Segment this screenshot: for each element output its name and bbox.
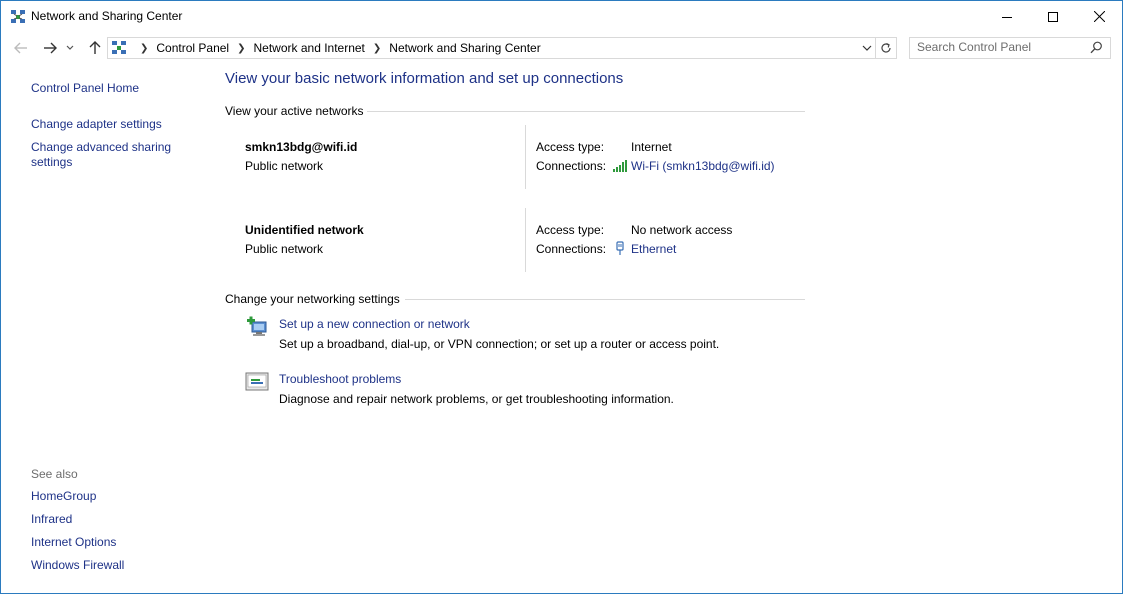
- infrared-link[interactable]: Infrared: [31, 512, 72, 527]
- wifi-connection-link[interactable]: Wi-Fi (smkn13bdg@wifi.id): [631, 159, 775, 173]
- setup-new-connection-link[interactable]: Set up a new connection or network: [279, 317, 470, 331]
- chevron-right-icon[interactable]: ❯: [373, 43, 381, 54]
- control-panel-home-link[interactable]: Control Panel Home: [31, 81, 139, 96]
- minimize-icon: [1002, 16, 1012, 18]
- forward-arrow-icon: [44, 42, 57, 54]
- troubleshoot-icon: [245, 370, 269, 394]
- access-type-value: No network access: [631, 223, 733, 237]
- vertical-divider: [525, 125, 526, 189]
- change-adapter-settings-link[interactable]: Change adapter settings: [31, 117, 162, 132]
- ethernet-connection-link[interactable]: Ethernet: [631, 242, 676, 256]
- recent-locations-button[interactable]: [65, 40, 75, 56]
- chevron-down-icon: [862, 45, 872, 51]
- troubleshoot-problems-description: Diagnose and repair network problems, or…: [279, 392, 674, 406]
- section-divider: [405, 299, 805, 300]
- page-title: View your basic network information and …: [225, 70, 624, 87]
- minimize-button[interactable]: [984, 1, 1030, 32]
- access-type-label: Access type:: [536, 140, 605, 154]
- network-type: Public network: [245, 159, 324, 173]
- change-advanced-sharing-link-line2[interactable]: settings: [31, 155, 72, 170]
- title-bar[interactable]: Network and Sharing Center: [1, 1, 1122, 32]
- breadcrumb-network-and-internet[interactable]: Network and Internet: [254, 41, 365, 55]
- breadcrumb-network-sharing-center[interactable]: Network and Sharing Center: [389, 41, 540, 55]
- chevron-right-icon[interactable]: ❯: [140, 43, 148, 54]
- internet-options-link[interactable]: Internet Options: [31, 535, 116, 550]
- search-input[interactable]: [910, 38, 1087, 56]
- troubleshoot-problems-link[interactable]: Troubleshoot problems: [279, 372, 401, 386]
- change-advanced-sharing-link[interactable]: Change advanced sharing: [31, 140, 171, 155]
- see-also-heading: See also: [31, 467, 78, 481]
- vertical-divider: [525, 208, 526, 272]
- new-connection-icon: [245, 315, 269, 339]
- network-name: smkn13bdg@wifi.id: [245, 140, 358, 154]
- network-type: Public network: [245, 242, 324, 256]
- back-button[interactable]: [12, 40, 30, 56]
- navigation-bar: ❯ Control Panel ❯ Network and Internet ❯…: [1, 34, 1122, 62]
- chevron-right-icon[interactable]: ❯: [237, 43, 245, 54]
- homegroup-link[interactable]: HomeGroup: [31, 489, 96, 504]
- connections-label: Connections:: [536, 159, 607, 173]
- networking-settings-heading: Change your networking settings: [225, 292, 400, 306]
- window: Network and Sharing Center ❯ Control Pan…: [0, 0, 1123, 594]
- section-divider: [367, 111, 805, 112]
- ethernet-icon: [614, 241, 626, 259]
- network-center-icon: [10, 9, 26, 25]
- up-button[interactable]: [86, 40, 104, 56]
- address-dropdown-button[interactable]: [862, 42, 872, 56]
- window-title: Network and Sharing Center: [31, 9, 183, 23]
- chevron-down-icon: [66, 45, 74, 50]
- wifi-signal-icon: [612, 159, 628, 176]
- search-box[interactable]: [909, 37, 1111, 59]
- access-type-label: Access type:: [536, 223, 605, 237]
- maximize-button[interactable]: [1030, 1, 1076, 32]
- maximize-icon: [1048, 11, 1058, 22]
- access-type-value: Internet: [631, 140, 672, 154]
- breadcrumb-control-panel[interactable]: Control Panel: [156, 41, 229, 55]
- setup-new-connection-description: Set up a broadband, dial-up, or VPN conn…: [279, 337, 720, 351]
- forward-button[interactable]: [41, 40, 59, 56]
- refresh-button[interactable]: [875, 37, 897, 59]
- address-bar[interactable]: ❯ Control Panel ❯ Network and Internet ❯…: [107, 37, 876, 59]
- breadcrumb: ❯ Control Panel ❯ Network and Internet ❯…: [132, 38, 541, 58]
- windows-firewall-link[interactable]: Windows Firewall: [31, 558, 124, 573]
- close-button[interactable]: [1076, 1, 1122, 32]
- refresh-icon: [880, 42, 891, 53]
- search-icon[interactable]: [1090, 41, 1103, 57]
- network-name: Unidentified network: [245, 223, 364, 237]
- back-arrow-icon: [14, 42, 27, 54]
- up-arrow-icon: [89, 41, 101, 54]
- control-panel-icon: [111, 40, 127, 56]
- close-icon: [1093, 11, 1105, 22]
- connections-label: Connections:: [536, 242, 607, 256]
- active-networks-heading: View your active networks: [225, 104, 364, 118]
